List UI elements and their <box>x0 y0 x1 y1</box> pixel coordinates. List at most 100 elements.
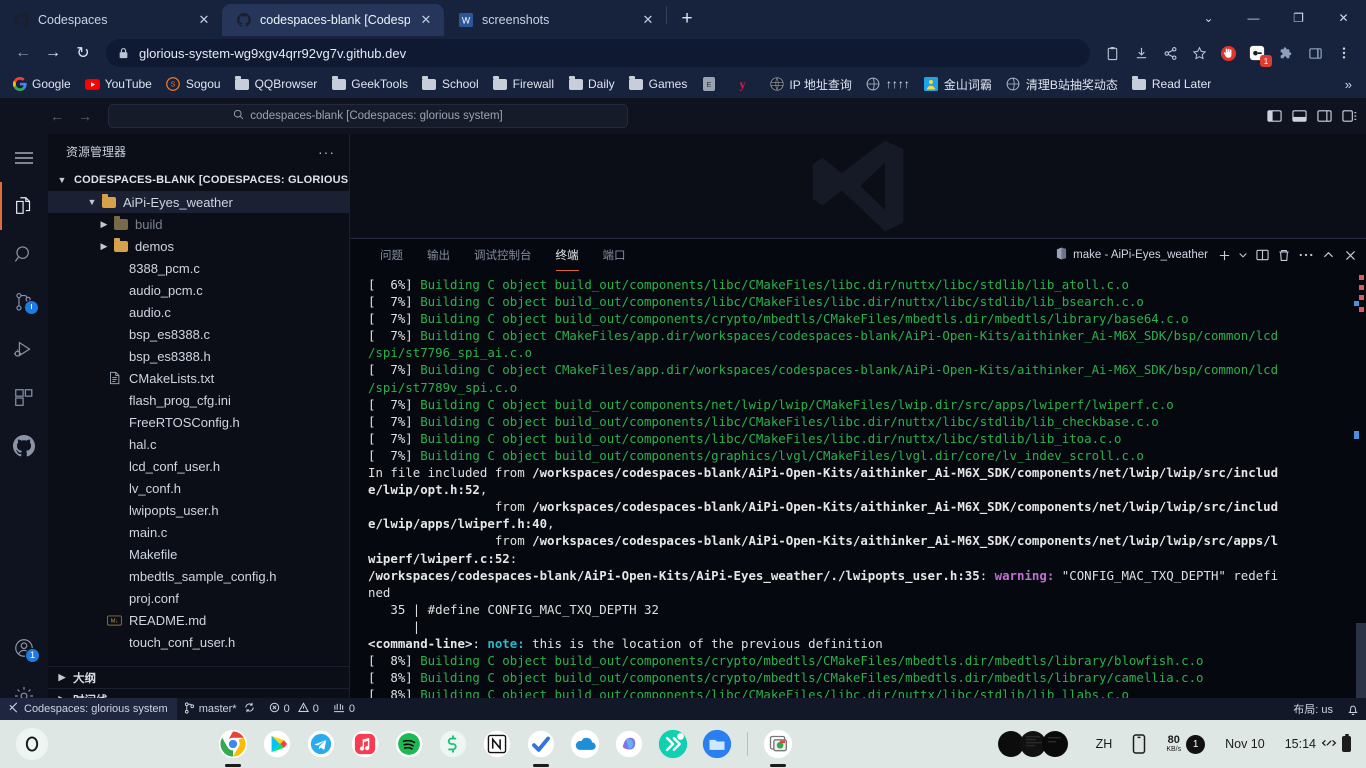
bookmark-y[interactable]: y <box>729 74 761 95</box>
bookmark-qqbrowser[interactable]: QQBrowser <box>229 74 324 95</box>
spotify-icon[interactable] <box>389 724 429 764</box>
tree-item-8388-pcm-c[interactable]: 8388_pcm.c <box>48 257 349 279</box>
onedrive-icon[interactable] <box>565 724 605 764</box>
tree-item-bsp-es8388-h[interactable]: bsp_es8388.h <box>48 345 349 367</box>
sidebar-item-extensions[interactable] <box>0 374 48 422</box>
star-icon[interactable] <box>1185 39 1213 67</box>
tree-item-touch-conf-user-h[interactable]: touch_conf_user.h <box>48 631 349 653</box>
phone-icon[interactable] <box>1123 727 1155 761</box>
bookmark-games[interactable]: Games <box>623 74 694 95</box>
bookmark-bilibili-lottery[interactable]: 清理B站抽奖动态 <box>1000 73 1124 96</box>
reload-button[interactable]: ↻ <box>68 38 98 68</box>
browser-tab-2[interactable]: W screenshots ✕ <box>444 4 666 36</box>
sidepanel-icon[interactable] <box>1301 39 1329 67</box>
status-remote-indicator[interactable]: Codespaces: glorious system <box>0 698 177 720</box>
new-tab-button[interactable]: + <box>673 5 701 33</box>
share-icon[interactable] <box>1156 39 1184 67</box>
back-button[interactable]: ← <box>8 38 38 68</box>
bookmark-firewall[interactable]: Firewall <box>487 74 560 95</box>
tab-problems[interactable]: 问题 <box>368 239 415 271</box>
terminal-scrollbar[interactable] <box>1354 271 1366 721</box>
bookmarks-overflow-button[interactable]: » <box>1337 77 1360 92</box>
start-icon[interactable] <box>8 720 56 768</box>
close-icon[interactable]: ✕ <box>418 12 434 28</box>
bookmark-youtube[interactable]: YouTube <box>79 74 158 95</box>
apple-music-icon[interactable] <box>345 724 385 764</box>
tree-item-mbedtls-sample-config-h[interactable]: mbedtls_sample_config.h <box>48 565 349 587</box>
tree-item-audio-c[interactable]: audio.c <box>48 301 349 323</box>
sidebar-item-run-debug[interactable] <box>0 326 48 374</box>
clock-tray[interactable]: 15:14 <box>1276 727 1360 761</box>
status-ports[interactable]: 0 <box>326 698 362 720</box>
notion-icon[interactable] <box>477 724 517 764</box>
tree-item-flash-prog-cfg-ini[interactable]: flash_prog_cfg.ini <box>48 389 349 411</box>
split-terminal-icon[interactable] <box>1252 244 1272 266</box>
surfshark-icon[interactable] <box>433 724 473 764</box>
toggle-primary-sidebar-icon[interactable] <box>1263 105 1285 127</box>
more-actions-icon[interactable] <box>1296 244 1316 266</box>
google-play-icon[interactable] <box>257 724 297 764</box>
chrome-apps-icon[interactable] <box>758 724 798 767</box>
tab-output[interactable]: 输出 <box>415 239 462 271</box>
toggle-panel-icon[interactable] <box>1288 105 1310 127</box>
sidebar-item-github[interactable] <box>0 422 48 470</box>
tab-debug-console[interactable]: 调试控制台 <box>462 239 544 271</box>
status-keyboard-layout[interactable]: 布局: us <box>1286 698 1340 720</box>
status-branch[interactable]: master* <box>177 698 262 720</box>
kill-terminal-icon[interactable] <box>1274 244 1294 266</box>
tree-item-makefile[interactable]: Makefile <box>48 543 349 565</box>
sidebar-item-accounts[interactable]: 1 <box>0 624 48 672</box>
tab-ports[interactable]: 端口 <box>591 239 638 271</box>
close-icon[interactable]: ✕ <box>640 12 656 28</box>
tree-item-freertosconfig-h[interactable]: FreeRTOSConfig.h <box>48 411 349 433</box>
close-window-button[interactable]: ✕ <box>1321 0 1366 36</box>
more-actions-icon[interactable]: ··· <box>312 144 341 160</box>
terminal-selector[interactable]: make - AiPi-Eyes_weather <box>1056 247 1212 263</box>
bookmark-read-later[interactable]: Read Later <box>1126 74 1217 95</box>
browser-tab-0[interactable]: Codespaces ✕ <box>0 4 222 36</box>
vscode-forward-button[interactable]: → <box>74 105 96 127</box>
download-icon[interactable] <box>1127 39 1155 67</box>
copilot-icon[interactable] <box>609 724 649 764</box>
window-thumbnails[interactable] <box>989 727 1085 761</box>
tree-item-lv-conf-h[interactable]: lv_conf.h <box>48 477 349 499</box>
puzzle-icon[interactable] <box>1272 39 1300 67</box>
sidebar-item-source-control[interactable] <box>0 278 48 326</box>
chrome-icon[interactable] <box>213 724 253 767</box>
vscode-back-button[interactable]: ← <box>46 105 68 127</box>
close-panel-icon[interactable] <box>1340 244 1360 266</box>
todoist-icon[interactable] <box>521 724 561 767</box>
sidebar-item-search[interactable] <box>0 230 48 278</box>
toggle-secondary-sidebar-icon[interactable] <box>1313 105 1335 127</box>
maximize-panel-icon[interactable] <box>1318 244 1338 266</box>
tree-item-proj-conf[interactable]: proj.conf <box>48 587 349 609</box>
menu-icon[interactable] <box>0 134 48 182</box>
bookmark-kingsoft[interactable]: 金山词霸 <box>918 73 998 96</box>
tree-item-readme-md[interactable]: M↓ README.md <box>48 609 349 631</box>
bookmark-school[interactable]: School <box>416 74 485 95</box>
browser-tab-1[interactable]: codespaces-blank [Codespaces ✕ <box>222 4 444 36</box>
ime-indicator[interactable]: ZH <box>1087 727 1122 761</box>
bookmark-ip-lookup[interactable]: IP 地址查询 <box>763 73 857 96</box>
command-center[interactable]: codespaces-blank [Codespaces: glorious s… <box>108 104 628 128</box>
sidebar-item-explorer[interactable] <box>0 182 48 230</box>
bookmark-sogou[interactable]: S Sogou <box>160 74 227 95</box>
tree-item-bsp-es8388-c[interactable]: bsp_es8388.c <box>48 323 349 345</box>
address-bar[interactable]: glorious-system-wg9xgv4qrr92vg7v.github.… <box>106 39 1090 67</box>
tree-item-build[interactable]: ▶ build <box>48 213 349 235</box>
tab-search-icon[interactable]: ⌄ <box>1186 0 1231 36</box>
tree-item-hal-c[interactable]: hal.c <box>48 433 349 455</box>
tree-item-main-c[interactable]: main.c <box>48 521 349 543</box>
terminal-output[interactable]: [ 6%] Building C object build_out/compon… <box>350 271 1366 721</box>
bell-icon[interactable] <box>1340 698 1366 720</box>
tree-item-cmakelists-txt[interactable]: CMakeLists.txt <box>48 367 349 389</box>
minimize-button[interactable]: — <box>1231 0 1276 36</box>
network-speed[interactable]: 80 KB/s 1 <box>1157 727 1214 761</box>
bookmark-daily[interactable]: Daily <box>562 74 621 95</box>
file-explorer-icon[interactable] <box>697 724 737 764</box>
tree-item-audio-pcm-c[interactable]: audio_pcm.c <box>48 279 349 301</box>
new-terminal-icon[interactable] <box>1214 244 1234 266</box>
menu-dots-icon[interactable] <box>1330 39 1358 67</box>
customize-layout-icon[interactable] <box>1338 105 1360 127</box>
bookmark-epic[interactable]: E <box>695 74 727 95</box>
